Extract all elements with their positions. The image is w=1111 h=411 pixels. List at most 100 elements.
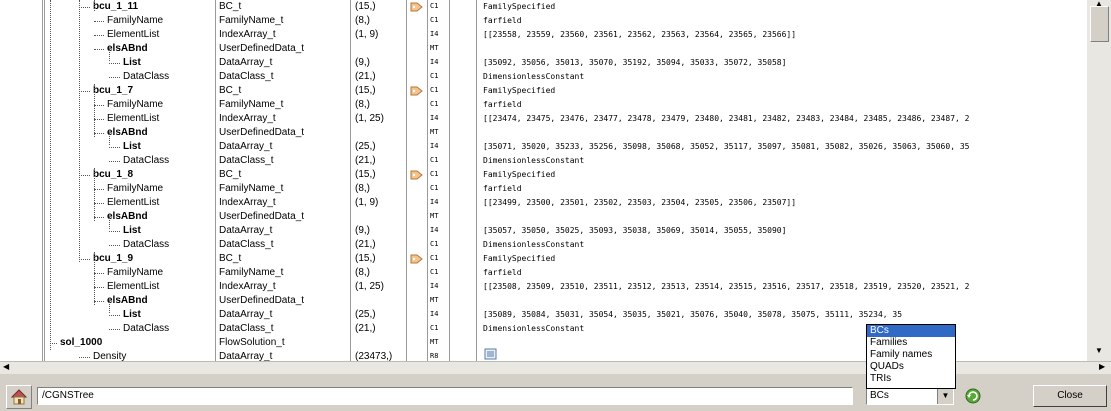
tree-row[interactable]: FamilyName FamilyName_t (8,) C1 farfield	[0, 14, 1087, 28]
tree-row[interactable]: elsABnd UserDefinedData_t MT	[0, 210, 1087, 224]
scrollbar-thumb[interactable]	[1090, 6, 1109, 42]
filter-select[interactable]: BCs ▼	[866, 387, 954, 405]
vertical-scrollbar[interactable]: ▲ ▼	[1087, 0, 1111, 361]
tree-row[interactable]: FamilyName FamilyName_t (8,) C1 farfield	[0, 182, 1087, 196]
tree-row[interactable]: bcu_1_7 BC_t (15,) C1 FamilySpecified	[0, 84, 1087, 98]
filter-option-bcs[interactable]: BCs	[867, 325, 955, 337]
scroll-left-icon[interactable]: ◀	[3, 362, 9, 372]
tree-row[interactable]: ElementList IndexArray_t (1, 25) I4 [[23508,…	[0, 280, 1087, 294]
tree-row[interactable]: List DataArray_t (9,) I4 [35057, 35050, 3502…	[0, 224, 1087, 238]
node-datatype: I4	[430, 58, 439, 66]
node-name: DataClass	[123, 323, 170, 334]
filter-option-family-names[interactable]: Family names	[867, 349, 955, 361]
node-datatype: I4	[430, 282, 439, 290]
node-type: DataClass_t	[219, 155, 274, 166]
node-datatype: C1	[430, 240, 439, 248]
node-name: elsABnd	[107, 43, 148, 54]
tree-row[interactable]: List DataArray_t (25,) I4 [35089, 35084, 350…	[0, 308, 1087, 322]
tree-connector	[94, 0, 95, 11]
tree-connector	[79, 7, 90, 8]
tree-row[interactable]: List DataArray_t (25,) I4 [35071, 35020, 352…	[0, 140, 1087, 154]
refresh-button[interactable]	[961, 385, 985, 407]
home-button[interactable]	[6, 385, 32, 409]
tree-row[interactable]: DataClass DataClass_t (21,) C1 Dimensionless…	[0, 70, 1087, 84]
node-value: DimensionlessConstant	[483, 324, 585, 333]
tree-row[interactable]: elsABnd UserDefinedData_t MT	[0, 42, 1087, 56]
node-name: FamilyName	[107, 99, 164, 110]
tree-connector	[94, 217, 104, 218]
node-type: IndexArray_t	[219, 281, 276, 292]
tree-connector	[94, 105, 104, 106]
tree-connector	[94, 168, 95, 221]
node-type: DataClass_t	[219, 71, 274, 82]
filter-dropdown-list[interactable]: BCs Families Family names QUADs TRIs	[866, 324, 956, 389]
node-value: [35092, 35056, 35013, 35070, 35192, 3509…	[483, 58, 787, 67]
filter-option-quads[interactable]: QUADs	[867, 361, 955, 373]
node-shape: (21,)	[355, 323, 376, 334]
node-datatype: I4	[430, 310, 439, 318]
node-type: UserDefinedData_t	[219, 295, 305, 306]
filter-selected-value: BCs	[870, 390, 889, 401]
node-datatype: MT	[430, 212, 439, 220]
node-type: BC_t	[219, 169, 242, 180]
node-shape: (8,)	[355, 267, 370, 278]
node-value: farfield	[483, 184, 522, 193]
node-shape: (9,)	[355, 57, 370, 68]
tree-row[interactable]: elsABnd UserDefinedData_t MT	[0, 294, 1087, 308]
tree-row[interactable]: FamilyName FamilyName_t (8,) C1 farfield	[0, 266, 1087, 280]
node-shape: (8,)	[355, 15, 370, 26]
node-name: elsABnd	[107, 127, 148, 138]
node-type: DataClass_t	[219, 239, 274, 250]
node-type: DataArray_t	[219, 351, 273, 361]
node-type: BC_t	[219, 85, 242, 96]
tree-row[interactable]: bcu_1_8 BC_t (15,) C1 FamilySpecified	[0, 168, 1087, 182]
node-value: DimensionlessConstant	[483, 72, 585, 81]
cgns-tree-view[interactable]: bcu_1_11 BC_t (15,) C1 FamilySpecified Family…	[0, 0, 1087, 361]
node-datatype: C1	[430, 2, 439, 10]
path-input[interactable]: /CGNSTree	[37, 387, 853, 405]
node-type: BC_t	[219, 1, 242, 12]
tag-icon	[410, 1, 424, 12]
tree-connector	[94, 21, 104, 22]
filter-option-tris[interactable]: TRIs	[867, 373, 955, 385]
refresh-icon	[965, 388, 981, 404]
close-button[interactable]: Close	[1033, 385, 1107, 407]
node-type: FamilyName_t	[219, 183, 284, 194]
tree-row[interactable]: ElementList IndexArray_t (1, 9) I4 [[23558, …	[0, 28, 1087, 42]
node-type: UserDefinedData_t	[219, 211, 305, 222]
data-view-icon[interactable]	[484, 348, 498, 360]
tree-connector	[109, 161, 120, 162]
node-datatype: I4	[430, 198, 439, 206]
node-datatype: C1	[430, 156, 439, 164]
node-value: [35089, 35084, 35031, 35054, 35035, 3502…	[483, 310, 903, 319]
node-value: farfield	[483, 100, 522, 109]
node-datatype: R8	[430, 352, 439, 360]
node-type: FamilyName_t	[219, 267, 284, 278]
scroll-down-icon[interactable]: ▼	[1095, 346, 1103, 356]
node-name: bcu_1_7	[93, 85, 134, 96]
node-type: FamilyName_t	[219, 99, 284, 110]
tree-row[interactable]: DataClass DataClass_t (21,) C1 Dimensionless…	[0, 154, 1087, 168]
tree-row[interactable]: FamilyName FamilyName_t (8,) C1 farfield	[0, 98, 1087, 112]
tree-connector	[109, 77, 120, 78]
node-name: FamilyName	[107, 183, 164, 194]
node-shape: (23473,)	[355, 351, 393, 361]
node-name: DataClass	[123, 155, 170, 166]
scroll-right-icon[interactable]: ▶	[1099, 362, 1105, 372]
tree-connector	[109, 217, 110, 229]
tree-row[interactable]: elsABnd UserDefinedData_t MT	[0, 126, 1087, 140]
node-shape: (1, 25)	[355, 281, 384, 292]
tree-row[interactable]: ElementList IndexArray_t (1, 9) I4 [[23499, …	[0, 196, 1087, 210]
tree-row[interactable]: ElementList IndexArray_t (1, 25) I4 [[23474,…	[0, 112, 1087, 126]
node-value: FamilySpecified	[483, 2, 556, 11]
chevron-down-icon[interactable]: ▼	[937, 388, 953, 404]
filter-option-families[interactable]: Families	[867, 337, 955, 349]
tree-row[interactable]: List DataArray_t (9,) I4 [35092, 35056, 3501…	[0, 56, 1087, 70]
node-shape: (9,)	[355, 225, 370, 236]
tree-row[interactable]: DataClass DataClass_t (21,) C1 Dimensionless…	[0, 238, 1087, 252]
tree-row[interactable]: bcu_1_9 BC_t (15,) C1 FamilySpecified	[0, 252, 1087, 266]
tree-row[interactable]: bcu_1_11 BC_t (15,) C1 FamilySpecified	[0, 0, 1087, 14]
node-shape: (15,)	[355, 169, 376, 180]
node-shape: (8,)	[355, 183, 370, 194]
node-datatype: MT	[430, 338, 439, 346]
